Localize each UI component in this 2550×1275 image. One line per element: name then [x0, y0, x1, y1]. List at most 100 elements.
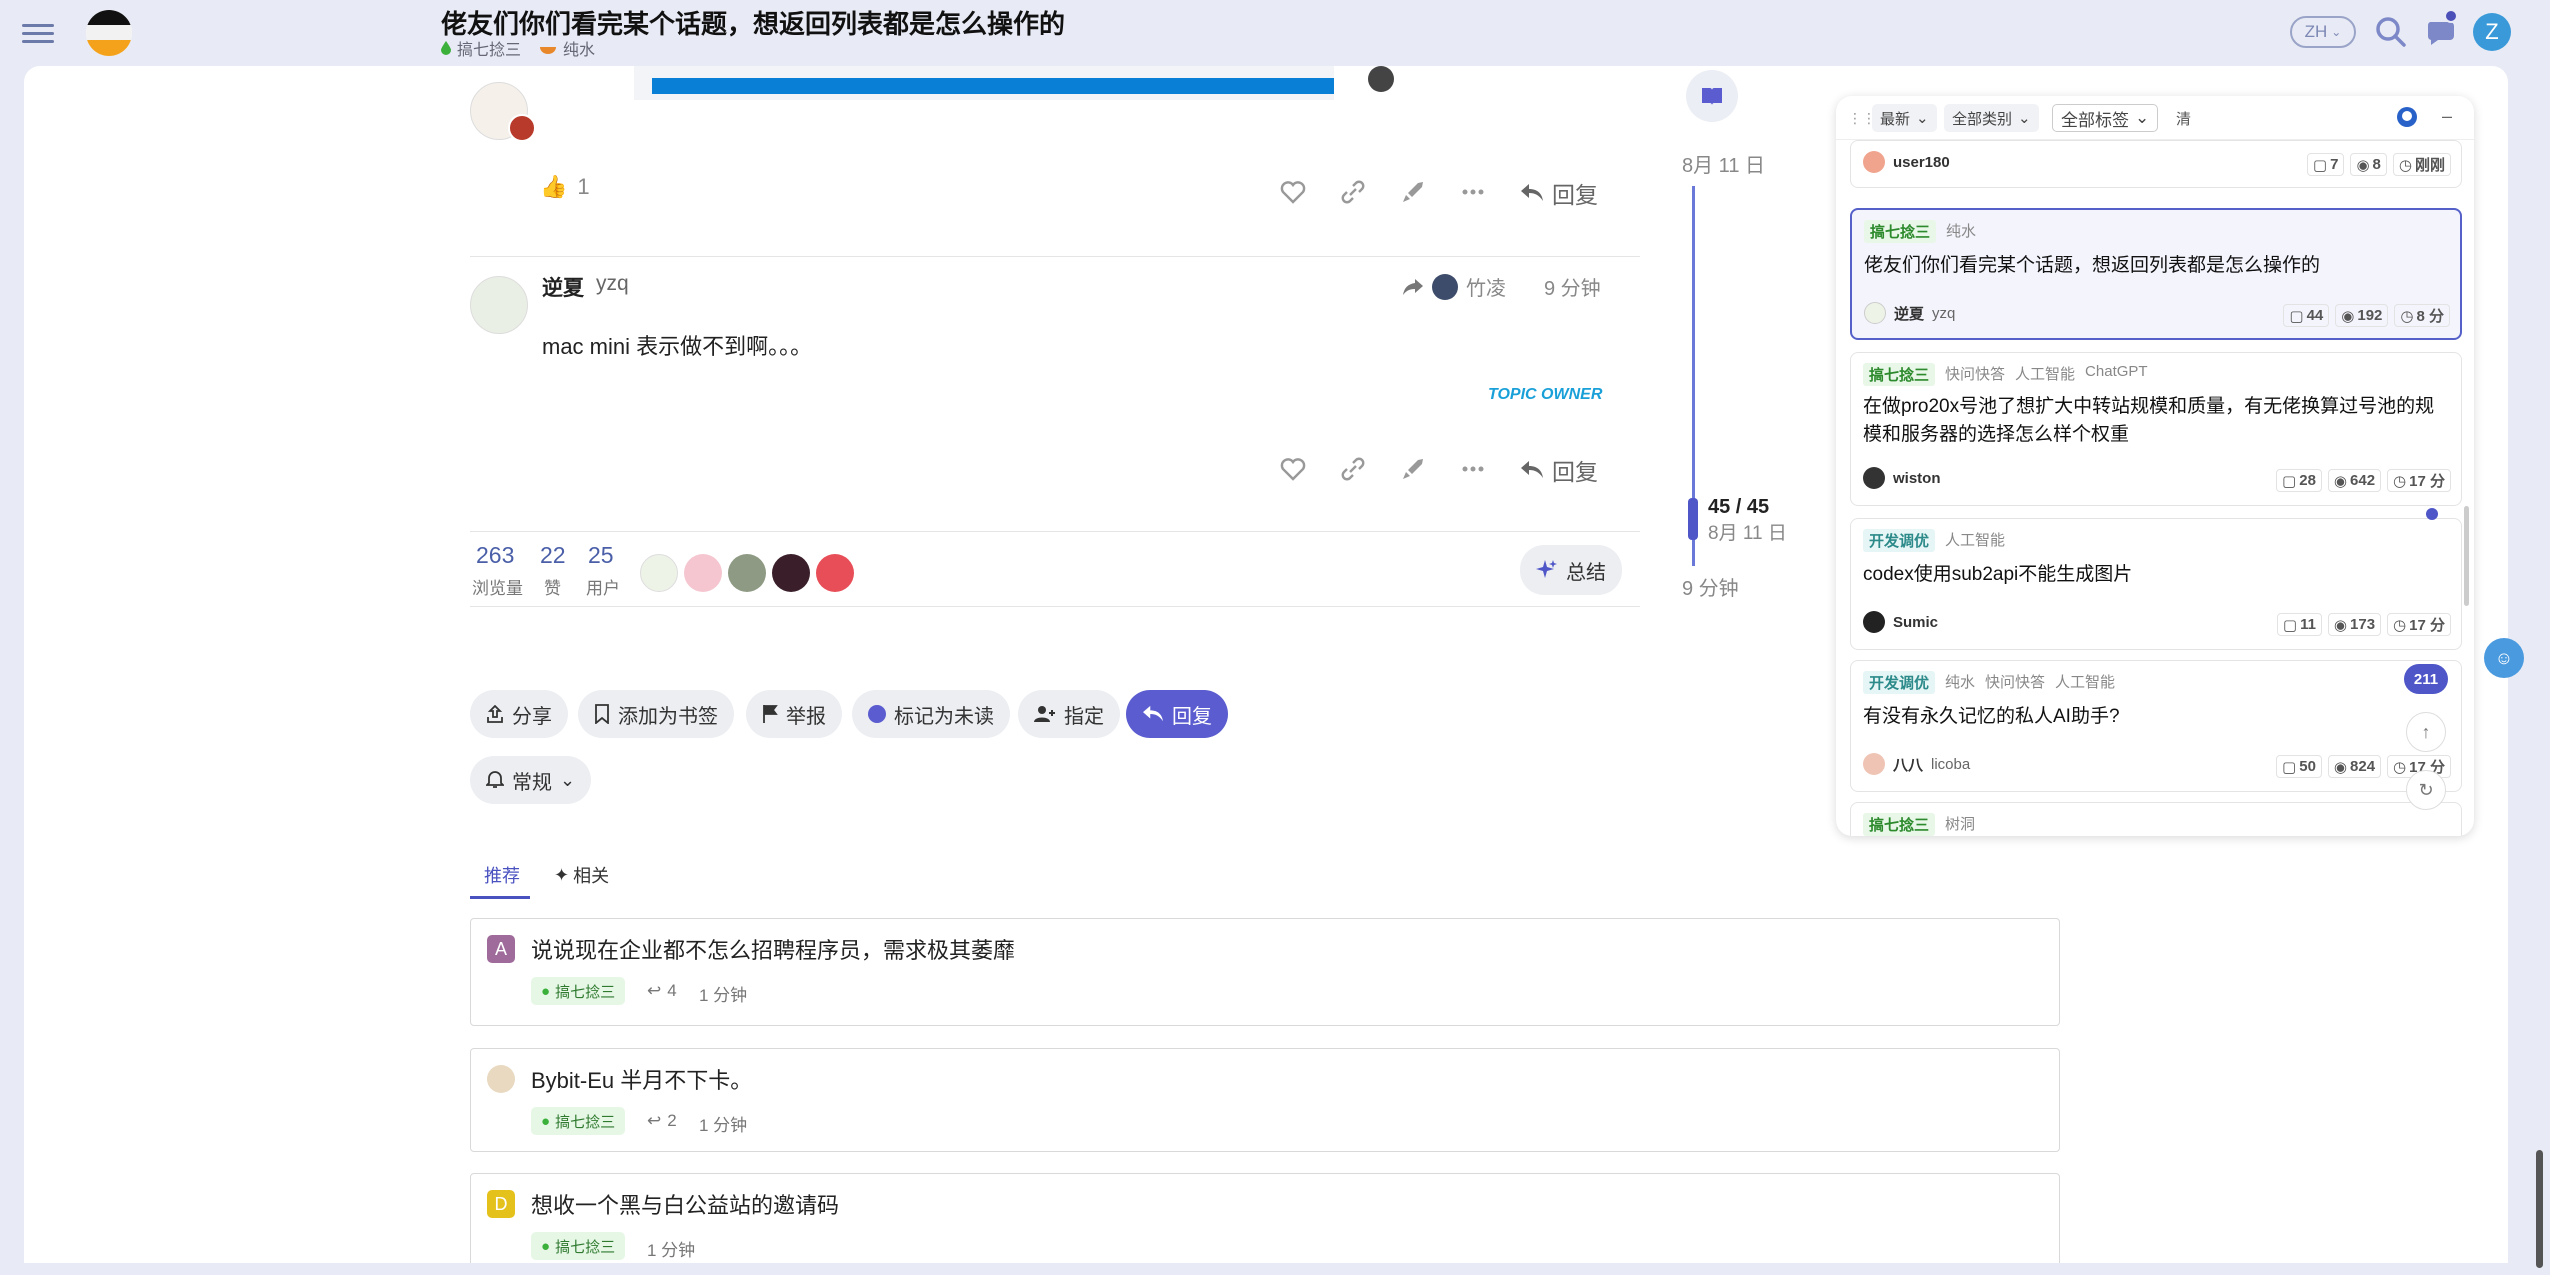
- search-icon[interactable]: [2373, 14, 2409, 50]
- tab-label: 相关: [573, 866, 610, 886]
- view-count: ◉ 8: [2350, 153, 2387, 176]
- author-name: 八八: [1893, 756, 1924, 774]
- tag-chip[interactable]: 快问快答: [1945, 363, 2005, 386]
- more-icon[interactable]: [1456, 175, 1490, 209]
- tag-chip[interactable]: 快问快答: [1985, 671, 2045, 694]
- reply-topic-button[interactable]: 回复: [1126, 690, 1228, 738]
- notification-level-button[interactable]: 常规 ⌄: [470, 756, 592, 804]
- share-button[interactable]: 分享: [470, 690, 568, 738]
- category-tag[interactable]: 开发调优: [1863, 529, 1936, 552]
- timeline-bottom[interactable]: 9 分钟: [1682, 572, 1739, 601]
- user-avatar[interactable]: Z: [2473, 13, 2511, 51]
- timeline-handle[interactable]: [1688, 498, 1698, 540]
- summary-button[interactable]: 总结: [1520, 545, 1622, 595]
- topic-title: 佬友们你们看完某个话题，想返回列表都是怎么操作的: [1864, 255, 2321, 276]
- tag-chip[interactable]: 人工智能: [2015, 363, 2075, 386]
- clear-button[interactable]: 清: [2176, 108, 2191, 129]
- avatar: [487, 1065, 515, 1093]
- rocket-icon[interactable]: [1396, 175, 1430, 209]
- category-badge[interactable]: ● 搞七捻三: [531, 1107, 626, 1135]
- tag-chip[interactable]: 纯水: [539, 36, 595, 60]
- reply-to[interactable]: 竹凌: [1402, 272, 1506, 301]
- bookmark-button[interactable]: 添加为书签: [578, 690, 734, 738]
- avatar[interactable]: [470, 276, 528, 334]
- avatar: [1863, 151, 1885, 173]
- panel-topic-item[interactable]: 开发调优 纯水 快问快答 人工智能 有没有永久记忆的私人AI助手? 八八 lic…: [1850, 660, 2462, 792]
- page-scrollbar-track[interactable]: [2533, 66, 2545, 1275]
- panel-topic-item[interactable]: 开发调优 人工智能 codex使用sub2api不能生成图片 Sumic ▢ 11…: [1850, 518, 2462, 650]
- heart-icon[interactable]: [1276, 452, 1310, 486]
- tab-related[interactable]: ✦ 相关: [554, 862, 609, 888]
- suggested-topic[interactable]: D 想收一个黑与白公益站的邀请码 ● 搞七捻三 1 分钟: [470, 1173, 2060, 1263]
- scroll-top-button[interactable]: ↑: [2406, 712, 2446, 752]
- assistant-button[interactable]: ☺: [2484, 638, 2524, 678]
- sort-dropdown[interactable]: 最新 ⌄: [1872, 104, 1937, 132]
- author-username[interactable]: yzq: [596, 272, 629, 296]
- reply-button[interactable]: 回复: [1520, 176, 1598, 210]
- category-badge[interactable]: ● 搞七捻三: [531, 1232, 626, 1260]
- reply-arrow-icon: [1521, 461, 1543, 478]
- activity-time: ◷ 刚刚: [2392, 153, 2451, 176]
- refresh-icon: ↻: [2418, 779, 2434, 800]
- like-count: 1: [577, 174, 590, 199]
- author-name[interactable]: 逆夏: [542, 272, 584, 302]
- category-tag[interactable]: 搞七捻三: [1863, 813, 1936, 836]
- flag-label: 举报: [786, 705, 826, 728]
- heart-icon[interactable]: [1276, 175, 1310, 209]
- post-image[interactable]: [634, 66, 1334, 100]
- category-tag[interactable]: 搞七捻三: [441, 36, 521, 60]
- refresh-button[interactable]: ↻: [2406, 770, 2446, 810]
- like-counter[interactable]: 👍 1: [540, 174, 590, 200]
- flag-button[interactable]: 举报: [746, 690, 842, 738]
- tab-recommended[interactable]: 推荐: [484, 862, 520, 888]
- suggested-topic[interactable]: A 说说现在企业都不怎么招聘程序员，需求极其萎靡 ● 搞七捻三 ↩ 4 1 分钟: [470, 918, 2060, 1026]
- unread-count-badge[interactable]: 211: [2404, 664, 2448, 694]
- more-icon[interactable]: [1456, 452, 1490, 486]
- panel-topic-item-selected[interactable]: 搞七捻三 纯水 佬友们你们看完某个话题，想返回列表都是怎么操作的 逆夏 yzq …: [1850, 208, 2462, 340]
- avatar[interactable]: [728, 554, 766, 592]
- view-count: ◉ 642: [2327, 469, 2382, 492]
- github-icon[interactable]: [2396, 106, 2418, 128]
- tag-chip[interactable]: 人工智能: [2055, 671, 2115, 694]
- tag-chip[interactable]: 纯水: [1946, 220, 1976, 243]
- site-logo[interactable]: [86, 10, 132, 56]
- avatar: D: [487, 1190, 515, 1218]
- category-dropdown[interactable]: 全部类别 ⌄: [1944, 104, 2039, 132]
- tag-chip[interactable]: ChatGPT: [2085, 363, 2148, 386]
- menu-icon[interactable]: [22, 19, 54, 47]
- avatar[interactable]: [772, 554, 810, 592]
- view-count: ◉ 824: [2327, 755, 2382, 778]
- category-tag[interactable]: 开发调优: [1863, 671, 1936, 694]
- tag-chip[interactable]: 树洞: [1945, 813, 1975, 836]
- category-tag[interactable]: 搞七捻三: [1863, 363, 1936, 386]
- link-icon[interactable]: [1336, 175, 1370, 209]
- bookmark-label: 添加为书签: [618, 705, 718, 728]
- category-tag[interactable]: 搞七捻三: [1864, 220, 1937, 243]
- panel-topic-item[interactable]: user180 ▢ 7 ◉ 8 ◷ 刚刚: [1850, 140, 2462, 188]
- tag-chip[interactable]: 纯水: [1945, 671, 1975, 694]
- panel-topic-item[interactable]: 搞七捻三 快问快答 人工智能 ChatGPT 在做pro20x号池了想扩大中转站…: [1850, 352, 2462, 506]
- link-icon[interactable]: [1336, 452, 1370, 486]
- rocket-icon[interactable]: [1396, 452, 1430, 486]
- post-time[interactable]: 9 分钟: [1544, 272, 1601, 301]
- panel-scrollbar[interactable]: [2464, 506, 2469, 606]
- suggested-topic[interactable]: Bybit-Eu 半月不下卡。 ● 搞七捻三 ↩ 2 1 分钟: [470, 1048, 2060, 1152]
- topic-tags: 开发调优 人工智能: [1863, 529, 2005, 552]
- tag-chip[interactable]: 人工智能: [1945, 529, 2005, 552]
- topic-map-icon[interactable]: [1686, 70, 1738, 122]
- topic-stats: ▢ 44 ◉ 192 ◷ 8 分: [2283, 304, 2450, 327]
- avatar[interactable]: [816, 554, 854, 592]
- language-selector[interactable]: ZH ⌄: [2290, 16, 2356, 48]
- tag-dropdown[interactable]: 全部标签 ⌄: [2052, 104, 2159, 132]
- assign-button[interactable]: 指定: [1018, 690, 1120, 738]
- timeline-top-date[interactable]: 8月 11 日: [1682, 149, 1765, 178]
- avatar[interactable]: [684, 554, 722, 592]
- reply-button[interactable]: 回复: [1520, 453, 1598, 487]
- bowl-icon: [540, 47, 557, 54]
- panel-topic-item[interactable]: 搞七捻三 树洞: [1850, 802, 2462, 836]
- category-badge[interactable]: ● 搞七捻三: [531, 977, 626, 1005]
- minimize-icon[interactable]: –: [2442, 106, 2452, 127]
- avatar[interactable]: [640, 554, 678, 592]
- mark-unread-button[interactable]: 标记为未读: [852, 690, 1010, 738]
- page-scrollbar-thumb[interactable]: [2536, 1150, 2543, 1268]
